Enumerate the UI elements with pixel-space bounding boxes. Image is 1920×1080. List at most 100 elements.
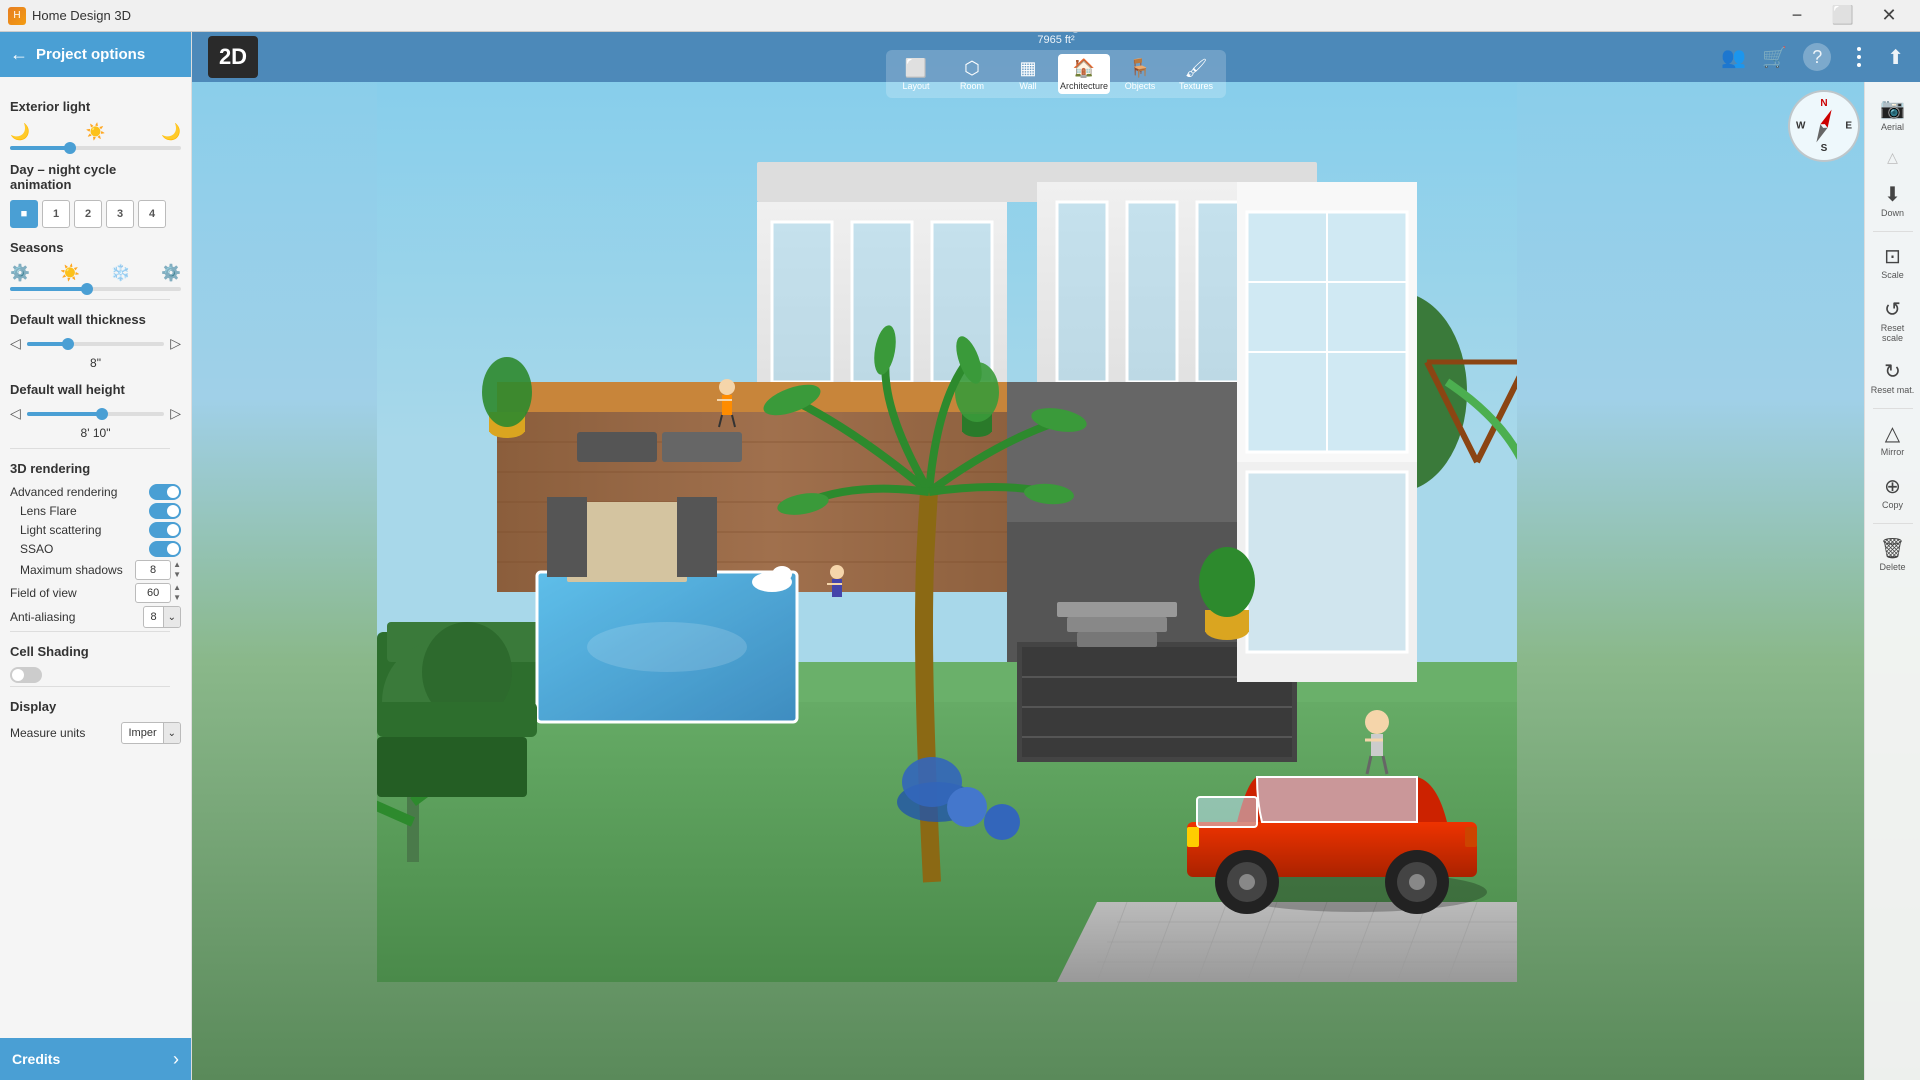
light-scattering-row: Light scattering (10, 522, 181, 538)
max-shadows-up[interactable]: ▲ (173, 560, 181, 570)
fov-field[interactable] (135, 583, 171, 603)
minimize-button[interactable]: − (1774, 0, 1820, 32)
max-shadows-arrows[interactable]: ▲ ▼ (173, 560, 181, 580)
tool-room-label: Room (960, 81, 984, 91)
advanced-rendering-toggle[interactable] (149, 484, 181, 500)
help-icon[interactable]: ? (1803, 43, 1831, 71)
copy-button[interactable]: ⊕ Copy (1869, 468, 1917, 517)
exterior-light-slider[interactable] (10, 146, 181, 150)
tool-objects[interactable]: 🪑 Objects (1114, 54, 1166, 94)
measure-units-dropdown[interactable]: Imper ⌄ (121, 722, 181, 744)
antialiasing-arrow-icon[interactable]: ⌄ (163, 607, 180, 627)
cart-icon[interactable]: 🛒 (1762, 45, 1787, 70)
reset-scale-label: Reset scale (1871, 324, 1915, 344)
exterior-light-title: Exterior light (10, 99, 181, 114)
sidebar: ← Project options Exterior light 🌙 ☀️ 🌙 … (0, 32, 192, 1080)
toolbar-tools: ⬜ Layout ⬡ Room ▦ Wall 🏠 Architecture (886, 50, 1226, 98)
measure-units-value: Imper (122, 727, 162, 739)
max-shadows-field[interactable] (135, 560, 171, 580)
cycle-btn-3[interactable]: 3 (106, 200, 134, 228)
delete-button[interactable]: 🗑 Delete (1869, 530, 1917, 579)
down-arrow-icon: ⬇ (1884, 182, 1901, 207)
upload-icon[interactable]: ⬆ (1887, 45, 1904, 70)
fov-down[interactable]: ▼ (173, 593, 181, 603)
mirror-button[interactable]: △ Mirror (1869, 415, 1917, 464)
measure-units-arrow-icon[interactable]: ⌄ (163, 723, 180, 743)
wall-height-value: 8' 10" (10, 426, 181, 440)
wall-height-increase[interactable]: ▷ (170, 405, 181, 422)
credits-label: Credits (12, 1051, 60, 1067)
lens-flare-row: Lens Flare (10, 503, 181, 519)
mirror-icon: △ (1885, 421, 1900, 446)
tool-room[interactable]: ⬡ Room (946, 54, 998, 94)
back-button[interactable]: ← (10, 44, 28, 65)
wall-height-decrease[interactable]: ◁ (10, 405, 21, 422)
divider-3 (10, 631, 170, 632)
divider-1 (10, 299, 170, 300)
cycle-btn-2[interactable]: 2 (74, 200, 102, 228)
ssao-toggle[interactable] (149, 541, 181, 557)
window-controls[interactable]: − ⬜ ✕ (1774, 0, 1912, 32)
toolbar-center-area: Multi-level garden 7965 ft² ⬜ Layout ⬡ R… (886, 32, 1226, 98)
app-title-area: H Home Design 3D (8, 7, 131, 25)
divider-right-3 (1873, 523, 1913, 524)
reset-scale-button[interactable]: ↺ Reset scale (1869, 291, 1917, 350)
max-shadows-down[interactable]: ▼ (173, 570, 181, 580)
antialiasing-value: 8 (144, 611, 162, 623)
delete-label: Delete (1879, 563, 1905, 573)
light-scattering-label: Light scattering (10, 523, 149, 537)
compass: N S E W (1788, 90, 1860, 162)
title-bar: H Home Design 3D − ⬜ ✕ (0, 0, 1920, 32)
aerial-label: Aerial (1881, 123, 1904, 133)
toolbar-left: 2D (208, 36, 258, 78)
maximize-button[interactable]: ⬜ (1820, 0, 1866, 32)
tool-wall[interactable]: ▦ Wall (1002, 54, 1054, 94)
btn-2d[interactable]: 2D (208, 36, 258, 78)
wall-height-title: Default wall height (10, 382, 181, 397)
close-button[interactable]: ✕ (1866, 0, 1912, 32)
lens-flare-toggle[interactable] (149, 503, 181, 519)
3d-view[interactable]: N S E W 📷 Aerial △ (192, 32, 1920, 1080)
tool-textures-label: Textures (1179, 81, 1213, 91)
wall-thickness-value: 8" (10, 356, 181, 370)
scale-icon: ⊡ (1884, 244, 1901, 269)
seasons-slider[interactable] (10, 287, 181, 291)
fov-up[interactable]: ▲ (173, 583, 181, 593)
tool-architecture[interactable]: 🏠 Architecture (1058, 54, 1110, 94)
cycle-btn-0[interactable]: ■ (10, 200, 38, 228)
tool-textures[interactable]: 🖌 Textures (1170, 54, 1222, 94)
users-icon[interactable]: 👥 (1721, 45, 1746, 70)
measure-units-label: Measure units (10, 726, 121, 740)
light-scattering-toggle[interactable] (149, 522, 181, 538)
display-title: Display (10, 699, 181, 714)
season-icons: ⚙️ ☀️ ❄️ ⚙️ (10, 263, 181, 283)
more-button[interactable] (1847, 45, 1871, 69)
fov-arrows[interactable]: ▲ ▼ (173, 583, 181, 603)
cycle-btn-1[interactable]: 1 (42, 200, 70, 228)
house-scene-svg (377, 82, 1517, 982)
mirror-label: Mirror (1881, 448, 1905, 458)
reset-mat-button[interactable]: ↻ Reset mat. (1869, 353, 1917, 402)
architecture-icon: 🏠 (1073, 58, 1095, 79)
antialiasing-dropdown[interactable]: 8 ⌄ (143, 606, 181, 628)
chevron-up-button[interactable]: △ (1869, 143, 1917, 172)
copy-label: Copy (1882, 501, 1903, 511)
measure-units-row: Measure units Imper ⌄ (10, 722, 181, 744)
down-button[interactable]: ⬇ Down (1869, 176, 1917, 225)
cell-shading-toggle[interactable] (10, 667, 42, 683)
fov-input[interactable]: ▲ ▼ (135, 583, 181, 603)
tool-layout[interactable]: ⬜ Layout (890, 54, 942, 94)
tool-layout-label: Layout (902, 81, 929, 91)
light-icons-row: 🌙 ☀️ 🌙 (10, 122, 181, 142)
credits-footer[interactable]: Credits › (0, 1038, 191, 1080)
autumn-icon: ❄️ (111, 263, 131, 283)
compass-inner: N S E W (1794, 96, 1854, 156)
aerial-button[interactable]: 📷 Aerial (1869, 90, 1917, 139)
scale-button[interactable]: ⊡ Scale (1869, 238, 1917, 287)
fov-label: Field of view (10, 586, 135, 600)
divider-right-2 (1873, 408, 1913, 409)
wall-thickness-increase[interactable]: ▷ (170, 335, 181, 352)
cycle-btn-4[interactable]: 4 (138, 200, 166, 228)
wall-thickness-decrease[interactable]: ◁ (10, 335, 21, 352)
max-shadows-input[interactable]: ▲ ▼ (135, 560, 181, 580)
